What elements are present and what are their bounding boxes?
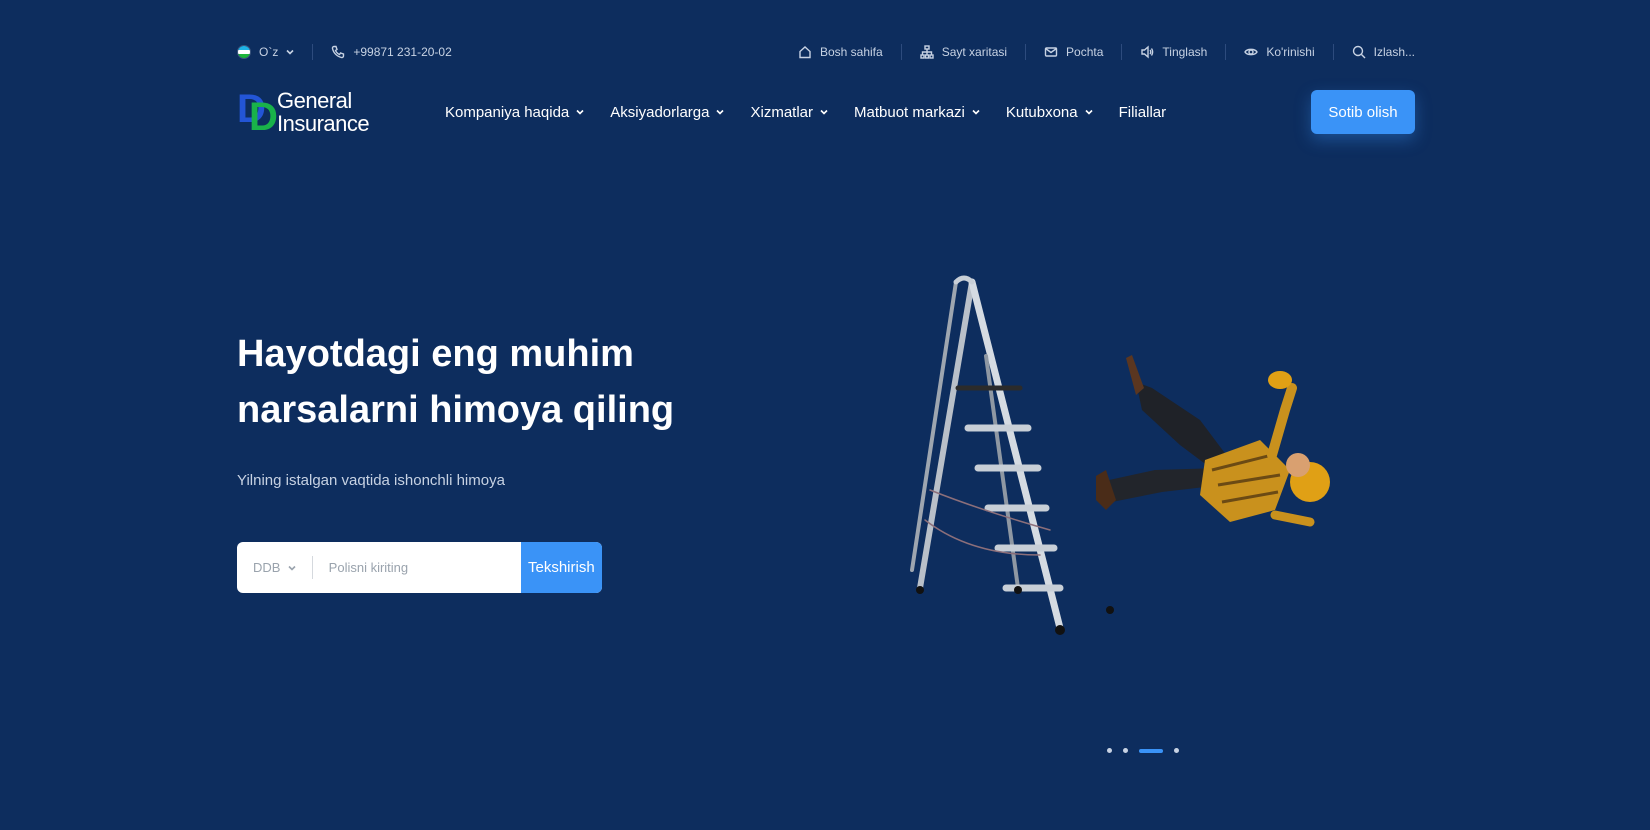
site-search-button[interactable]: Izlash...	[1352, 45, 1415, 59]
nav-item-shareholders[interactable]: Aksiyadorlarga	[610, 103, 725, 121]
nav-item-press-center[interactable]: Matbuot markazi	[854, 104, 980, 121]
sitemap-link-label: Sayt xaritasi	[941, 45, 1008, 59]
phone-number: +99871 231-20-02	[353, 45, 452, 59]
chevron-down-icon	[820, 108, 828, 116]
main-nav: Kompaniya haqida Aksiyadorlarga Xizmatla…	[445, 104, 1166, 121]
policy-check-form: DDB Tekshirish	[237, 542, 602, 593]
top-bar-left: O`z +99871 231-20-02	[237, 44, 452, 60]
divider	[1121, 44, 1123, 60]
divider	[1225, 44, 1227, 60]
home-icon	[798, 45, 812, 59]
chevron-down-icon	[286, 48, 294, 56]
policy-series-value: DDB	[253, 560, 281, 575]
listen-link-label: Tinglash	[1162, 45, 1208, 59]
nav-item-label: Xizmatlar	[750, 103, 813, 121]
hero-title: Hayotdagi eng muhim narsalarni himoya qi…	[237, 333, 675, 431]
logo-mark: DD	[237, 87, 278, 139]
divider	[312, 44, 314, 60]
divider	[900, 44, 902, 60]
hero-subtitle: Yilning istalgan vaqtida ishonchli himoy…	[237, 472, 505, 489]
logo-line-2: Insurance	[277, 111, 370, 136]
home-link[interactable]: Bosh sahifa	[798, 45, 883, 59]
nav-item-branches[interactable]: Filiallar	[1119, 104, 1167, 121]
mail-link-label: Pochta	[1066, 45, 1104, 59]
chevron-down-icon	[716, 108, 725, 116]
nav-item-company[interactable]: Kompaniya haqida	[445, 104, 584, 121]
policy-series-select[interactable]: DDB	[237, 542, 312, 593]
speaker-icon	[1140, 45, 1154, 59]
nav-item-library[interactable]: Kutubxona	[1006, 104, 1093, 121]
logo-line-1: General	[277, 87, 352, 113]
check-policy-button[interactable]: Tekshirish	[520, 542, 602, 593]
top-bar: O`z +99871 231-20-02 Bosh sahifa Sayt xa…	[237, 38, 1415, 66]
ladder	[910, 275, 1114, 635]
slider-dot[interactable]	[1174, 748, 1179, 753]
view-mode-label: Ko'rinishi	[1266, 45, 1315, 59]
company-logo[interactable]: DD General Insurance	[237, 86, 437, 138]
search-icon	[1352, 45, 1366, 59]
nav-item-label: Filiallar	[1118, 103, 1167, 121]
language-label: O`z	[259, 45, 279, 59]
nav-item-label: Kutubxona	[1005, 103, 1078, 121]
listen-link[interactable]: Tinglash	[1140, 45, 1207, 59]
worker	[1096, 355, 1330, 527]
slider-dot[interactable]	[1107, 748, 1112, 753]
eye-icon	[1244, 45, 1259, 59]
language-switcher[interactable]: O`z	[237, 45, 294, 59]
view-mode-link[interactable]: Ko'rinishi	[1244, 45, 1315, 59]
chevron-down-icon	[972, 108, 980, 116]
logo-wordmark: General Insurance	[277, 87, 370, 136]
mail-link[interactable]: Pochta	[1044, 45, 1103, 59]
sitemap-icon	[919, 45, 934, 59]
sitemap-link[interactable]: Sayt xaritasi	[919, 45, 1008, 59]
top-bar-right: Bosh sahifa Sayt xaritasi Pochta Tinglas…	[798, 44, 1415, 60]
divider	[1332, 44, 1334, 60]
main-navbar: DD General Insurance Kompaniya haqida Ak…	[237, 86, 1415, 138]
slider-pagination	[1107, 748, 1179, 753]
phone-link[interactable]: +99871 231-20-02	[331, 45, 452, 59]
falling-worker-illustration	[910, 275, 1330, 635]
nav-item-label: Aksiyadorlarga	[610, 103, 710, 121]
nav-item-services[interactable]: Xizmatlar	[750, 104, 828, 121]
chevron-down-icon	[1085, 108, 1093, 116]
nav-item-label: Kompaniya haqida	[445, 103, 570, 121]
chevron-down-icon	[576, 108, 584, 116]
site-search-label: Izlash...	[1373, 45, 1415, 59]
chevron-down-icon	[288, 564, 296, 572]
mail-icon	[1044, 45, 1058, 59]
nav-item-label: Matbuot markazi	[854, 103, 965, 121]
slider-dot-active[interactable]	[1139, 748, 1163, 753]
phone-icon	[331, 45, 345, 59]
uzbekistan-flag-icon	[237, 45, 251, 59]
home-link-label: Bosh sahifa	[819, 45, 883, 59]
buy-button[interactable]: Sotib olish	[1311, 90, 1415, 134]
slider-dot[interactable]	[1123, 748, 1128, 753]
divider	[1025, 44, 1027, 60]
policy-number-input[interactable]	[312, 542, 521, 593]
